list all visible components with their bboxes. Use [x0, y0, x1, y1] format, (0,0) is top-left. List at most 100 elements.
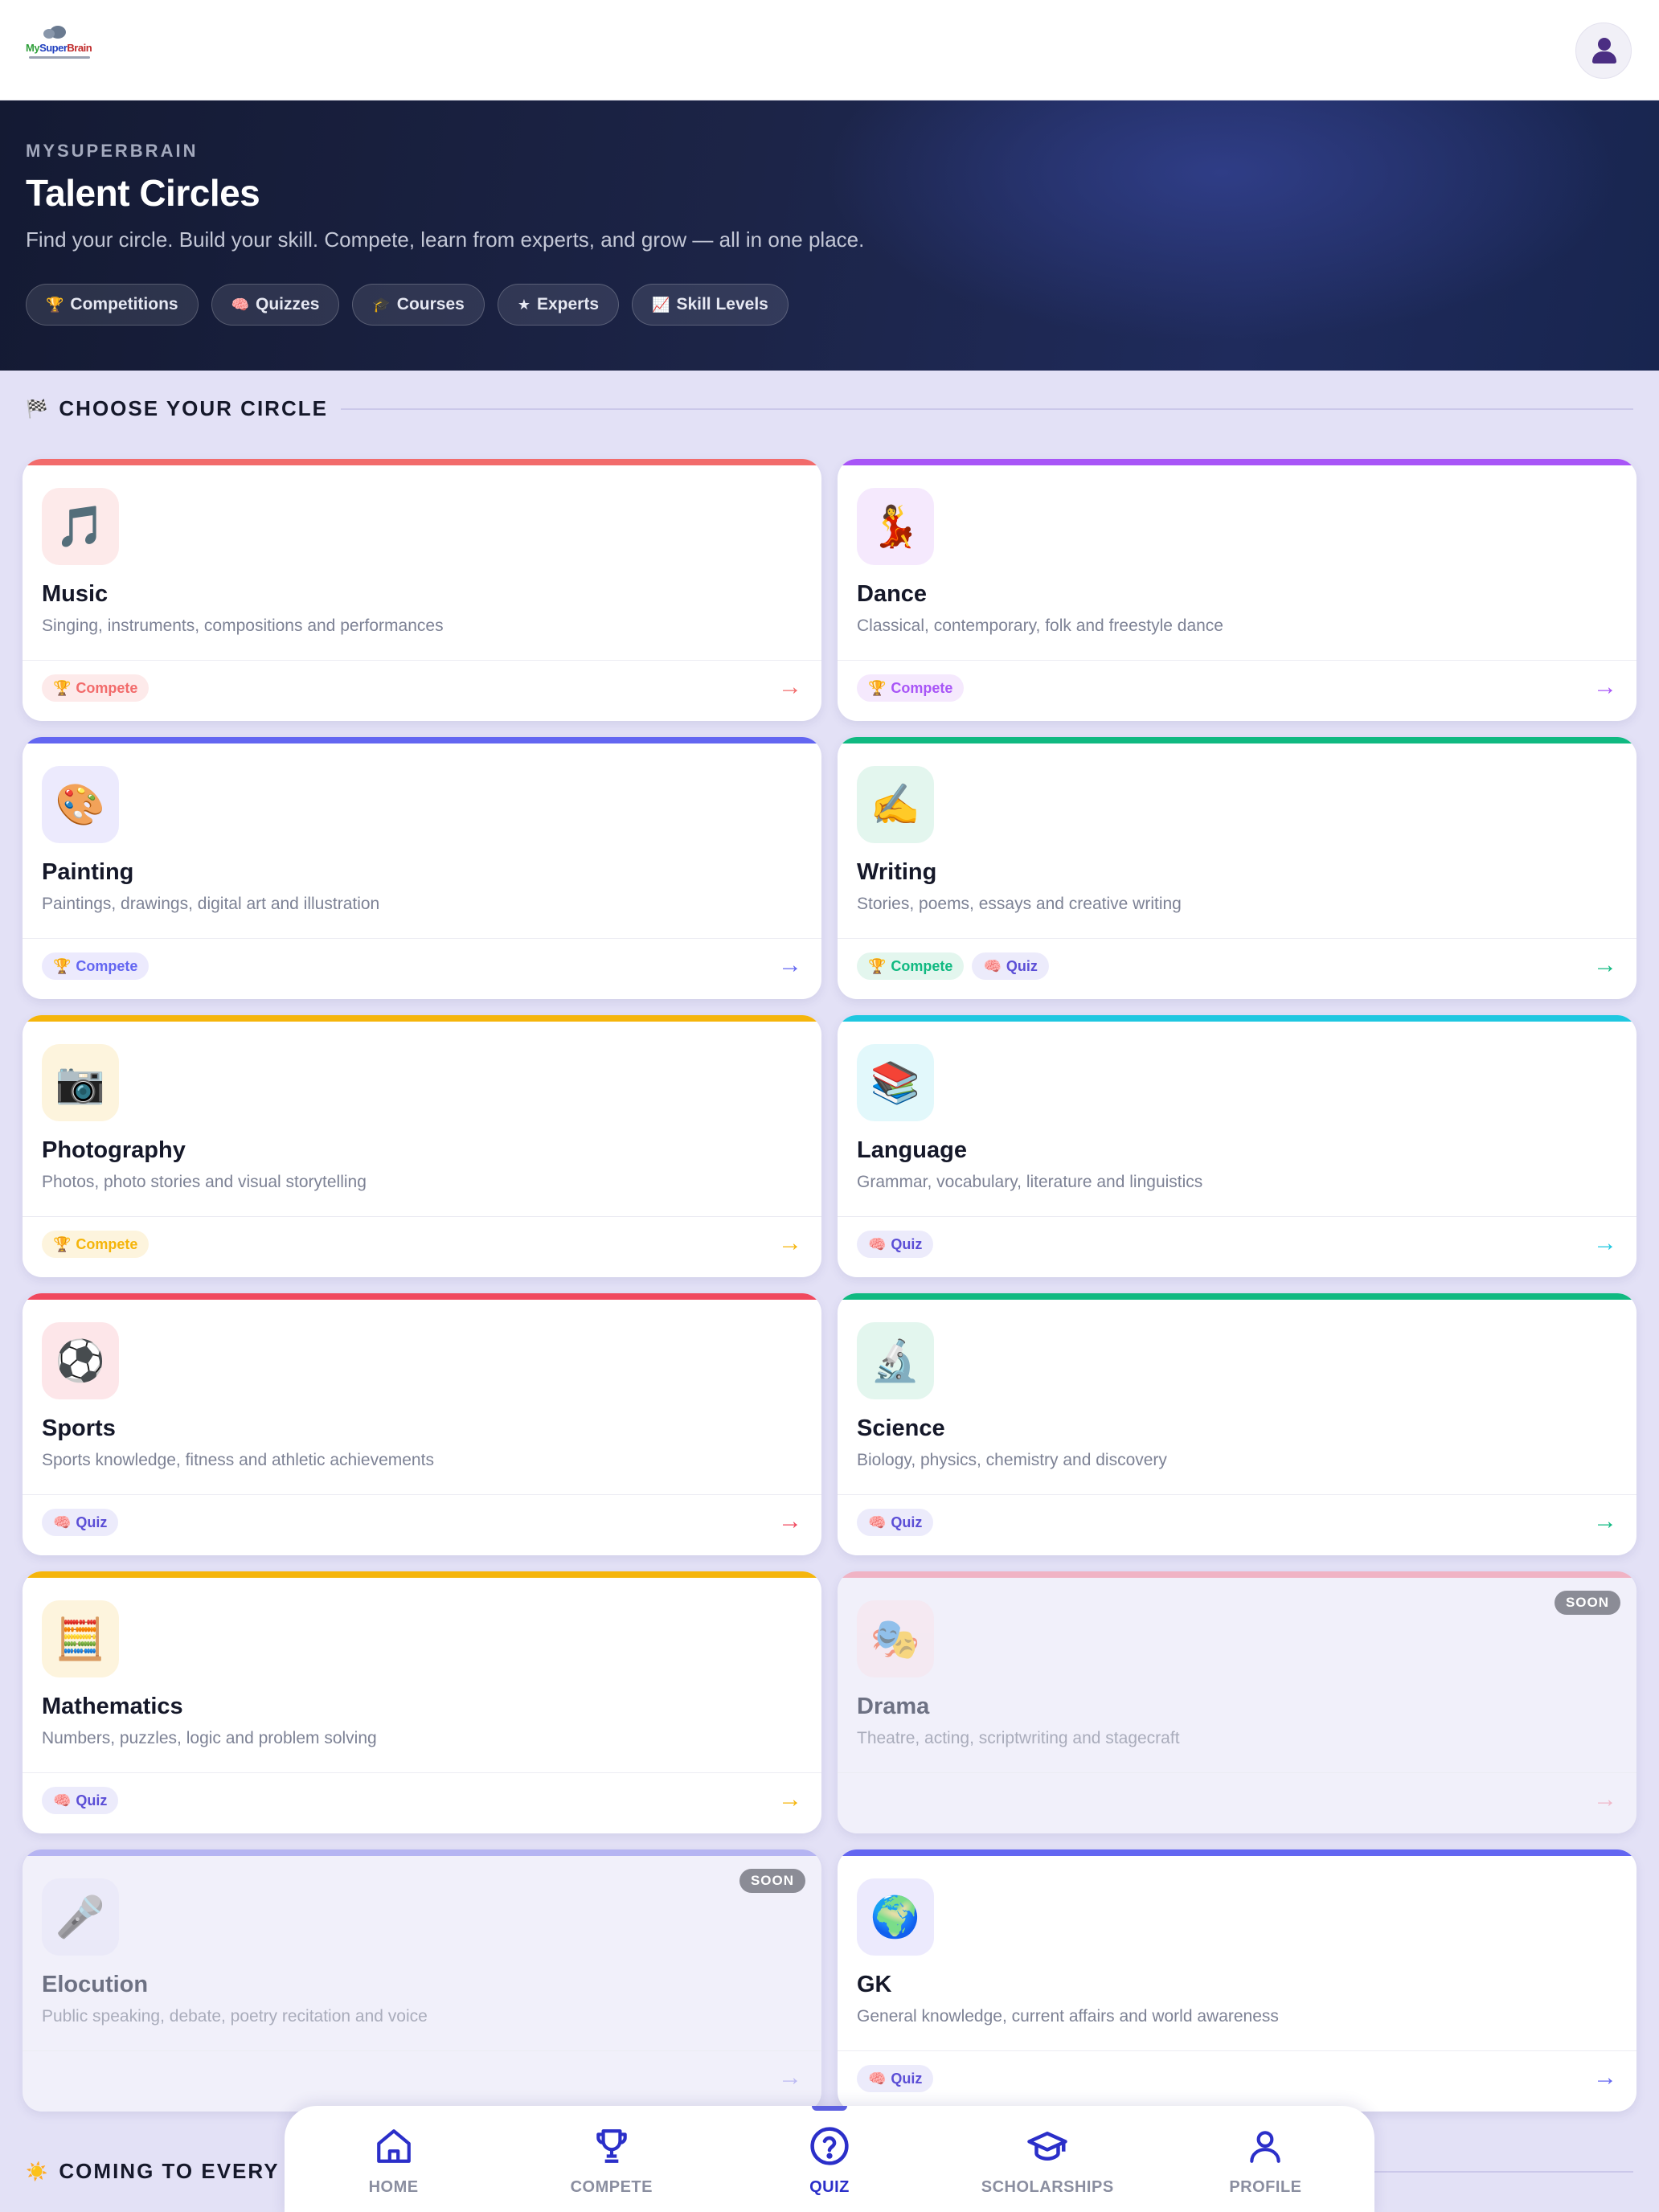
- brain-icon: 🧠: [868, 2070, 887, 2087]
- user-avatar-button[interactable]: [1575, 23, 1632, 79]
- arrow-right-icon[interactable]: →: [778, 1226, 802, 1261]
- nav-profile[interactable]: PROFILE: [1157, 2106, 1374, 2212]
- card-description: General knowledge, current affairs and w…: [857, 2007, 1279, 2026]
- music-icon: 🎵: [42, 488, 119, 565]
- app-logo[interactable]: MySuperBrain: [26, 26, 93, 66]
- tag-label: Compete: [891, 957, 953, 974]
- pill-courses[interactable]: 🎓 Courses: [352, 284, 485, 326]
- pill-quizzes[interactable]: 🧠 Quizzes: [211, 284, 340, 326]
- arrow-right-icon[interactable]: →: [1593, 2060, 1617, 2095]
- card-accent-bar: [838, 1293, 1636, 1300]
- arrow-right-icon[interactable]: →: [1593, 670, 1617, 705]
- pill-competitions[interactable]: 🏆 Competitions: [26, 284, 199, 326]
- card-title: Photography: [42, 1137, 186, 1163]
- quiz-tag[interactable]: 🧠 Quiz: [42, 1509, 119, 1536]
- card-description: Grammar, vocabulary, literature and ling…: [857, 1173, 1203, 1191]
- compete-tag[interactable]: 🏆 Compete: [42, 1231, 150, 1258]
- card-title: Drama: [857, 1694, 930, 1719]
- compete-tag[interactable]: 🏆 Compete: [42, 674, 150, 702]
- sports-icon: ⚽: [42, 1322, 119, 1399]
- card-accent-bar: [23, 1293, 821, 1300]
- quiz-tag[interactable]: 🧠 Quiz: [857, 1509, 934, 1536]
- card-divider: [838, 1216, 1636, 1217]
- circle-card-music[interactable]: 🎵 Music Singing, instruments, compositions…: [23, 459, 821, 721]
- nav-label: QUIZ: [809, 2178, 850, 2196]
- circle-card-elocution[interactable]: 🎤 SOON Elocution Public speaking, debate, p…: [23, 1849, 821, 2112]
- card-tags: 🧠 Quiz: [42, 1509, 119, 1536]
- card-description: Biology, physics, chemistry and discover…: [857, 1451, 1167, 1469]
- card-divider: [23, 2050, 821, 2051]
- hero-eyebrow: MYSUPERBRAIN: [26, 141, 199, 161]
- nav-quiz[interactable]: QUIZ: [720, 2106, 938, 2212]
- card-divider: [23, 1494, 821, 1495]
- circle-card-science[interactable]: 🔬 Science Biology, physics, chemistry and …: [838, 1293, 1636, 1555]
- brain-icon: 🧠: [53, 1514, 72, 1530]
- brain-icon: 🧠: [868, 1235, 887, 1252]
- logo-tagline: [29, 56, 90, 59]
- trophy-icon: [589, 2124, 634, 2169]
- tag-label: Compete: [76, 679, 138, 696]
- arrow-right-icon[interactable]: →: [778, 948, 802, 983]
- card-accent-bar: [23, 1849, 821, 1856]
- trophy-icon: 🏆: [53, 679, 72, 696]
- circle-card-painting[interactable]: 🎨 Painting Paintings, drawings, digital ar…: [23, 737, 821, 999]
- arrow-right-icon[interactable]: →: [778, 1782, 802, 1817]
- quiz-tag[interactable]: 🧠 Quiz: [857, 2065, 934, 2092]
- quiz-tag[interactable]: 🧠 Quiz: [972, 952, 1049, 980]
- quiz-tag[interactable]: 🧠 Quiz: [857, 1231, 934, 1258]
- arrow-right-icon[interactable]: →: [1593, 948, 1617, 983]
- arrow-right-icon[interactable]: →: [1593, 1504, 1617, 1539]
- feature-pills: 🏆 Competitions 🧠 Quizzes 🎓 Courses ★ Experts…: [26, 284, 789, 326]
- circle-card-sports[interactable]: ⚽ Sports Sports knowledge, fitness and ath…: [23, 1293, 821, 1555]
- card-title: GK: [857, 1972, 892, 1997]
- circle-card-mathematics[interactable]: 🧮 Mathematics Numbers, puzzles, logic and …: [23, 1571, 821, 1833]
- compete-tag[interactable]: 🏆 Compete: [857, 674, 965, 702]
- brain-icon: 🧠: [983, 957, 1002, 974]
- quiz-tag[interactable]: 🧠 Quiz: [42, 1787, 119, 1814]
- user-icon: [1243, 2124, 1288, 2169]
- mathematics-icon: 🧮: [42, 1600, 119, 1677]
- card-accent-bar: [838, 459, 1636, 465]
- drama-icon: 🎭: [857, 1600, 934, 1677]
- brain-icon: [43, 26, 66, 39]
- circle-card-writing[interactable]: ✍️ Writing Stories, poems, essays and crea…: [838, 737, 1636, 999]
- arrow-right-icon[interactable]: →: [778, 2060, 802, 2095]
- circle-card-photography[interactable]: 📷 Photography Photos, photo stories and vi…: [23, 1015, 821, 1277]
- nav-compete[interactable]: COMPETE: [502, 2106, 720, 2212]
- card-tags: 🧠 Quiz: [857, 2065, 934, 2092]
- circle-grid: 🎵 Music Singing, instruments, compositions…: [23, 459, 1636, 2112]
- tag-label: Quiz: [76, 1514, 108, 1530]
- pill-experts[interactable]: ★ Experts: [497, 284, 620, 326]
- painting-icon: 🎨: [42, 766, 119, 843]
- hero-subtitle: Find your circle. Build your skill. Comp…: [26, 227, 865, 252]
- circle-card-language[interactable]: 📚 Language Grammar, vocabulary, literature…: [838, 1015, 1636, 1277]
- tag-label: Quiz: [891, 2070, 923, 2087]
- section-header-circles: 🏁 CHOOSE YOUR CIRCLE: [26, 396, 1633, 421]
- nav-scholarships[interactable]: SCHOLARSHIPS: [939, 2106, 1157, 2212]
- nav-home[interactable]: HOME: [285, 2106, 502, 2212]
- pill-skill-levels[interactable]: 📈 Skill Levels: [632, 284, 789, 326]
- circle-card-drama[interactable]: 🎭 SOON Drama Theatre, acting, scriptwriting…: [838, 1571, 1636, 1833]
- card-divider: [23, 1772, 821, 1773]
- arrow-right-icon[interactable]: →: [778, 670, 802, 705]
- user-icon: [1598, 38, 1611, 51]
- dance-icon: 💃: [857, 488, 934, 565]
- hero-banner: MYSUPERBRAIN Talent Circles Find your ci…: [0, 100, 1659, 371]
- card-accent-bar: [838, 1849, 1636, 1856]
- card-divider: [838, 938, 1636, 939]
- checkered-flag-icon: 🏁: [26, 398, 48, 419]
- chart-icon: 📈: [652, 296, 670, 313]
- compete-tag[interactable]: 🏆 Compete: [42, 952, 150, 980]
- sun-icon: ☀️: [26, 2161, 48, 2181]
- card-accent-bar: [838, 1015, 1636, 1022]
- circle-card-gk[interactable]: 🌍 GK General knowledge, current affairs an…: [838, 1849, 1636, 2112]
- card-title: Writing: [857, 859, 937, 885]
- card-accent-bar: [23, 737, 821, 743]
- compete-tag[interactable]: 🏆 Compete: [857, 952, 965, 980]
- arrow-right-icon[interactable]: →: [778, 1504, 802, 1539]
- circle-card-dance[interactable]: 💃 Dance Classical, contemporary, folk and …: [838, 459, 1636, 721]
- arrow-right-icon[interactable]: →: [1593, 1226, 1617, 1261]
- card-description: Paintings, drawings, digital art and ill…: [42, 895, 380, 913]
- arrow-right-icon[interactable]: →: [1593, 1782, 1617, 1817]
- nav-label: COMPETE: [570, 2178, 653, 2196]
